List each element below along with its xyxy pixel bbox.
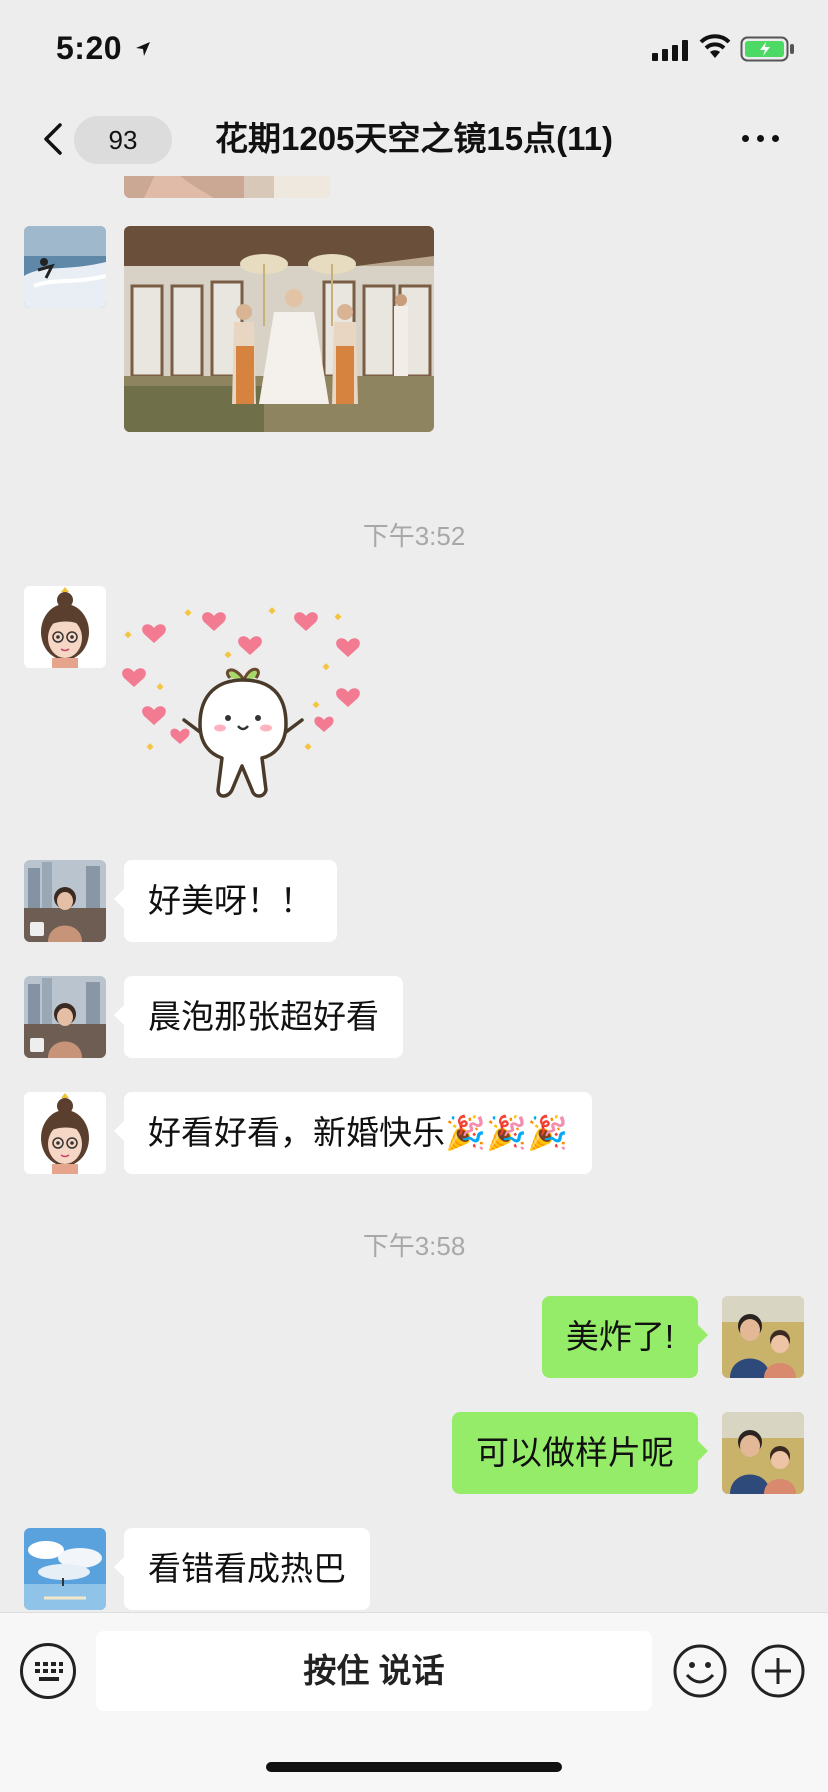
timestamp: 下午3:52 — [362, 521, 466, 551]
avatar[interactable] — [24, 1092, 106, 1174]
timestamp: 下午3:58 — [362, 1231, 466, 1261]
avatar[interactable] — [24, 586, 106, 668]
chat-header: 93 花期1205天空之镜15点(11) — [0, 100, 828, 176]
keyboard-icon[interactable] — [20, 1643, 76, 1699]
my-avatar[interactable] — [722, 1412, 804, 1494]
chat-title: 花期1205天空之镜15点(11) — [215, 120, 613, 157]
signal-icon — [652, 39, 688, 61]
battery-icon — [740, 36, 794, 62]
text-message[interactable]: 晨泡那张超好看 — [114, 976, 403, 1058]
image-message-wedding-photo[interactable] — [124, 226, 434, 432]
hold-to-talk-button[interactable]: 按住 说话 — [96, 1631, 652, 1711]
sticker-message[interactable] — [118, 594, 380, 814]
avatar[interactable] — [24, 1528, 106, 1610]
text-message[interactable]: 好看好看，新婚快乐🎉🎉🎉 — [113, 1092, 593, 1174]
text-message[interactable]: 看错看成热巴 — [114, 1528, 370, 1610]
home-indicator[interactable] — [266, 1762, 562, 1772]
text-message-mine[interactable]: 美炸了! — [541, 1296, 709, 1378]
plus-icon[interactable] — [750, 1643, 806, 1699]
wifi-icon — [699, 34, 731, 58]
status-time: 5:20 — [56, 30, 123, 66]
text-message[interactable]: 好美呀！！ — [114, 860, 337, 942]
emoji-icon[interactable] — [672, 1643, 728, 1699]
more-icon[interactable] — [742, 126, 786, 150]
back-button[interactable]: 93 — [36, 114, 172, 164]
text-message-mine[interactable]: 可以做样片呢 — [452, 1412, 708, 1494]
location-arrow-icon — [136, 42, 150, 56]
avatar[interactable] — [24, 226, 106, 308]
avatar[interactable] — [24, 976, 106, 1058]
avatar[interactable] — [24, 860, 106, 942]
image-message-partial[interactable] — [124, 176, 330, 198]
status-bar: 5:20 — [0, 0, 828, 100]
my-avatar[interactable] — [722, 1296, 804, 1378]
back-chevron-icon — [44, 123, 62, 155]
message-list[interactable]: 下午3:52 好美呀！！ 晨泡那张超好看 好看好看，新婚快乐🎉🎉🎉 下午3:58… — [0, 176, 828, 1612]
